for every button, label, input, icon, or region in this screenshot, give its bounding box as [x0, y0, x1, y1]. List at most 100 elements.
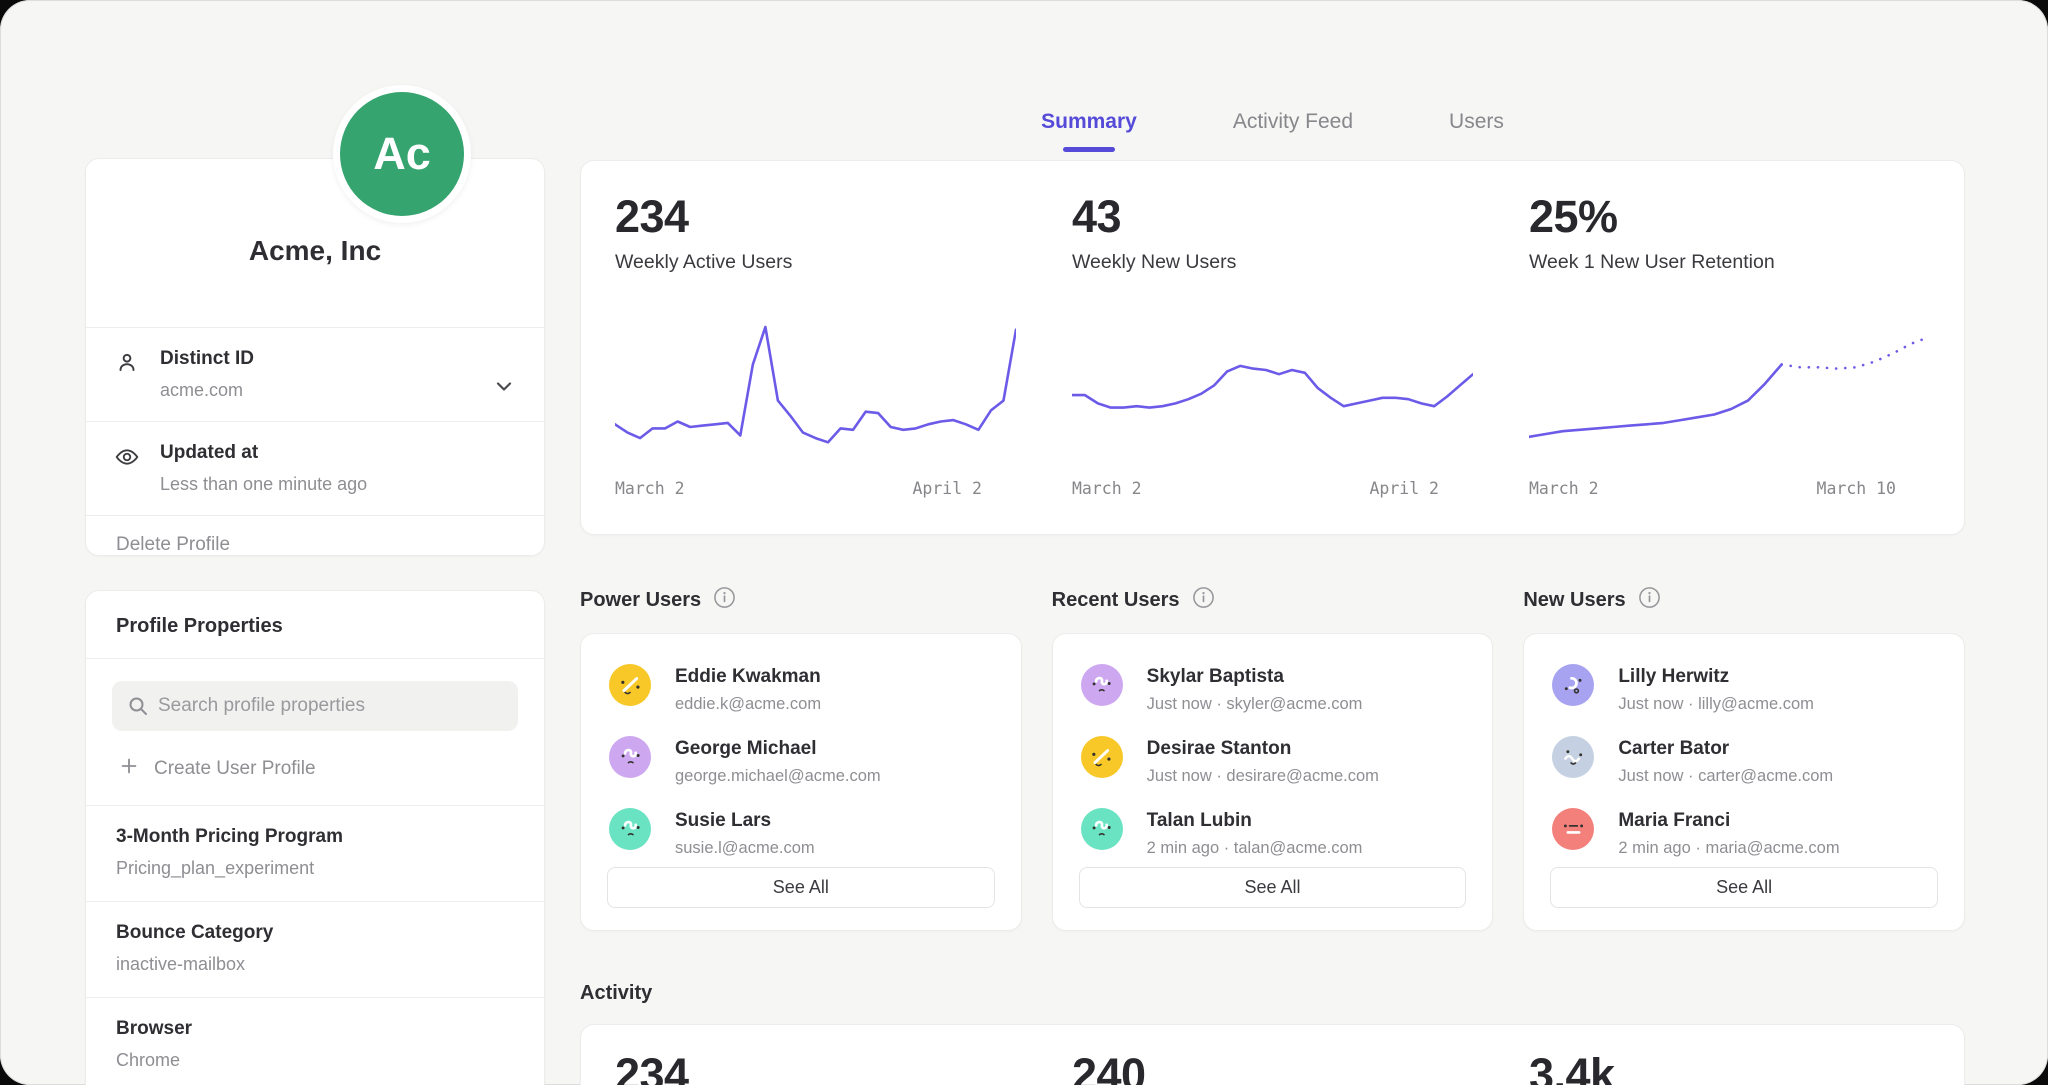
property-row[interactable]: Browser Chrome	[86, 997, 544, 1085]
user-text: Skylar BaptistaJust now · skyler@acme.co…	[1147, 664, 1363, 714]
x-axis-start-label: March 2	[1529, 479, 1599, 498]
property-name: Bounce Category	[116, 922, 514, 944]
user-list-item[interactable]: Lilly HerwitzJust now · lilly@acme.com	[1552, 664, 1936, 714]
user-sections: Power Users Eddie Kwakmaneddie.k@acme.com…	[580, 585, 1965, 931]
x-axis-end-label: March 10	[1817, 479, 1896, 498]
company-avatar: Ac	[333, 85, 471, 223]
user-text: Eddie Kwakmaneddie.k@acme.com	[675, 664, 821, 714]
user-list-item[interactable]: George Michaelgeorge.michael@acme.com	[609, 736, 993, 786]
profile-properties-body: Create User Profile	[86, 659, 544, 805]
stat-column-3: 25% Week 1 New User Retention March 2 March…	[1529, 191, 1930, 516]
user-avatar	[1552, 736, 1594, 778]
property-name: Browser	[116, 1018, 514, 1040]
stat-label: Weekly New Users	[1072, 251, 1473, 274]
user-list-item[interactable]: Talan Lubin2 min ago · talan@acme.com	[1081, 808, 1465, 858]
section-title: Recent Users	[1052, 589, 1180, 612]
property-value: inactive-mailbox	[116, 954, 514, 975]
x-axis-start-label: March 2	[1072, 479, 1142, 498]
user-subtext: 2 min ago · talan@acme.com	[1147, 839, 1363, 858]
power-users-header: Power Users	[580, 585, 1022, 615]
user-avatar	[609, 808, 651, 850]
user-text: Susie Larssusie.l@acme.com	[675, 808, 815, 858]
user-list-item[interactable]: Desirae StantonJust now · desirare@acme.…	[1081, 736, 1465, 786]
info-icon[interactable]	[713, 586, 736, 614]
sparkline-chart	[1072, 312, 1473, 467]
user-avatar	[1081, 808, 1123, 850]
activity-stat-value: 234	[615, 1049, 1016, 1085]
profile-properties-search[interactable]	[112, 681, 518, 731]
user-name: George Michael	[675, 736, 881, 760]
activity-section-title: Activity	[580, 982, 652, 1005]
see-all-button[interactable]: See All	[607, 867, 995, 908]
power-users-card: Eddie Kwakmaneddie.k@acme.com George Mich…	[580, 633, 1022, 931]
new-users-card: Lilly HerwitzJust now · lilly@acme.com Ca…	[1523, 633, 1965, 931]
chevron-down-icon[interactable]	[492, 374, 516, 403]
user-name: Desirae Stanton	[1147, 736, 1379, 760]
user-subtext: Just now · skyler@acme.com	[1147, 695, 1363, 714]
person-icon	[114, 350, 140, 381]
search-input[interactable]	[158, 695, 518, 717]
see-all-button[interactable]: See All	[1550, 867, 1938, 908]
x-axis-labels: March 2 April 2	[615, 479, 1016, 498]
user-subtext: Just now · carter@acme.com	[1618, 767, 1833, 786]
distinct-id-value: acme.com	[160, 380, 514, 401]
stat-value: 43	[1072, 191, 1473, 243]
distinct-id-label: Distinct ID	[160, 348, 514, 370]
section-title: Power Users	[580, 589, 701, 612]
x-axis-labels: March 2 April 2	[1072, 479, 1473, 498]
section-recent-users: Recent Users Skylar BaptistaJust now · sk…	[1052, 585, 1494, 931]
user-name: Carter Bator	[1618, 736, 1833, 760]
user-name: Eddie Kwakman	[675, 664, 821, 688]
user-text: Lilly HerwitzJust now · lilly@acme.com	[1618, 664, 1814, 714]
see-all-button[interactable]: See All	[1079, 867, 1467, 908]
distinct-id-row[interactable]: Distinct ID acme.com	[86, 328, 544, 421]
user-list-item[interactable]: Maria Franci2 min ago · maria@acme.com	[1552, 808, 1936, 858]
property-row[interactable]: 3-Month Pricing ProgramPricing_plan_expe…	[86, 805, 544, 901]
user-text: Talan Lubin2 min ago · talan@acme.com	[1147, 808, 1363, 858]
delete-profile-button[interactable]: Delete Profile	[86, 516, 544, 574]
updated-at-row: Updated at Less than one minute ago	[86, 422, 544, 515]
sparkline-projection-dotted	[1782, 337, 1930, 369]
x-axis-end-label: April 2	[1369, 479, 1439, 498]
stat-label: Week 1 New User Retention	[1529, 251, 1930, 274]
user-subtext: Just now · lilly@acme.com	[1618, 695, 1814, 714]
user-avatar	[1081, 736, 1123, 778]
user-list-item[interactable]: Carter Bator Just now · carter@acme.com	[1552, 736, 1936, 786]
company-name: Acme, Inc	[86, 159, 544, 267]
user-list-item[interactable]: Susie Larssusie.l@acme.com	[609, 808, 993, 858]
property-value: Chrome	[116, 1050, 514, 1071]
user-list-item[interactable]: Skylar BaptistaJust now · skyler@acme.co…	[1081, 664, 1465, 714]
company-avatar-initials: Ac	[340, 92, 464, 216]
stat-value: 234	[615, 191, 1016, 243]
tab-users[interactable]: Users	[1449, 110, 1504, 150]
profile-properties-card: Profile Properties	[85, 590, 545, 1085]
search-icon	[126, 694, 150, 723]
user-text: Desirae StantonJust now · desirare@acme.…	[1147, 736, 1379, 786]
app-window: Ac Acme, Inc Distinct ID acme.com	[0, 0, 2048, 1085]
user-list-item[interactable]: Eddie Kwakmaneddie.k@acme.com	[609, 664, 993, 714]
tab-summary[interactable]: Summary	[1041, 110, 1137, 150]
user-avatar	[1081, 664, 1123, 706]
updated-at-value: Less than one minute ago	[160, 474, 514, 495]
x-axis-end-label: April 2	[912, 479, 982, 498]
user-avatar	[609, 664, 651, 706]
tab-activity-feed[interactable]: Activity Feed	[1233, 110, 1353, 150]
x-axis-start-label: March 2	[615, 479, 685, 498]
section-power-users: Power Users Eddie Kwakmaneddie.k@acme.com…	[580, 585, 1022, 931]
updated-at-label: Updated at	[160, 442, 514, 464]
stat-label: Weekly Active Users	[615, 251, 1016, 274]
recent-users-card: Skylar BaptistaJust now · skyler@acme.co…	[1052, 633, 1494, 931]
info-icon[interactable]	[1638, 586, 1661, 614]
property-value: Pricing_plan_experiment	[116, 858, 514, 879]
summary-stats-card: 234 Weekly Active Users March 2 April 2 43 We…	[580, 160, 1965, 535]
user-subtext: susie.l@acme.com	[675, 839, 815, 858]
plus-icon	[118, 755, 140, 783]
info-icon[interactable]	[1192, 586, 1215, 614]
sparkline-chart	[1529, 312, 1930, 467]
property-row[interactable]: Bounce Category inactive-mailbox	[86, 901, 544, 997]
user-avatar	[609, 736, 651, 778]
sparkline-chart	[615, 312, 1016, 467]
user-avatar	[1552, 808, 1594, 850]
stat-value: 25%	[1529, 191, 1930, 243]
create-user-profile-button[interactable]: Create User Profile	[112, 731, 518, 805]
